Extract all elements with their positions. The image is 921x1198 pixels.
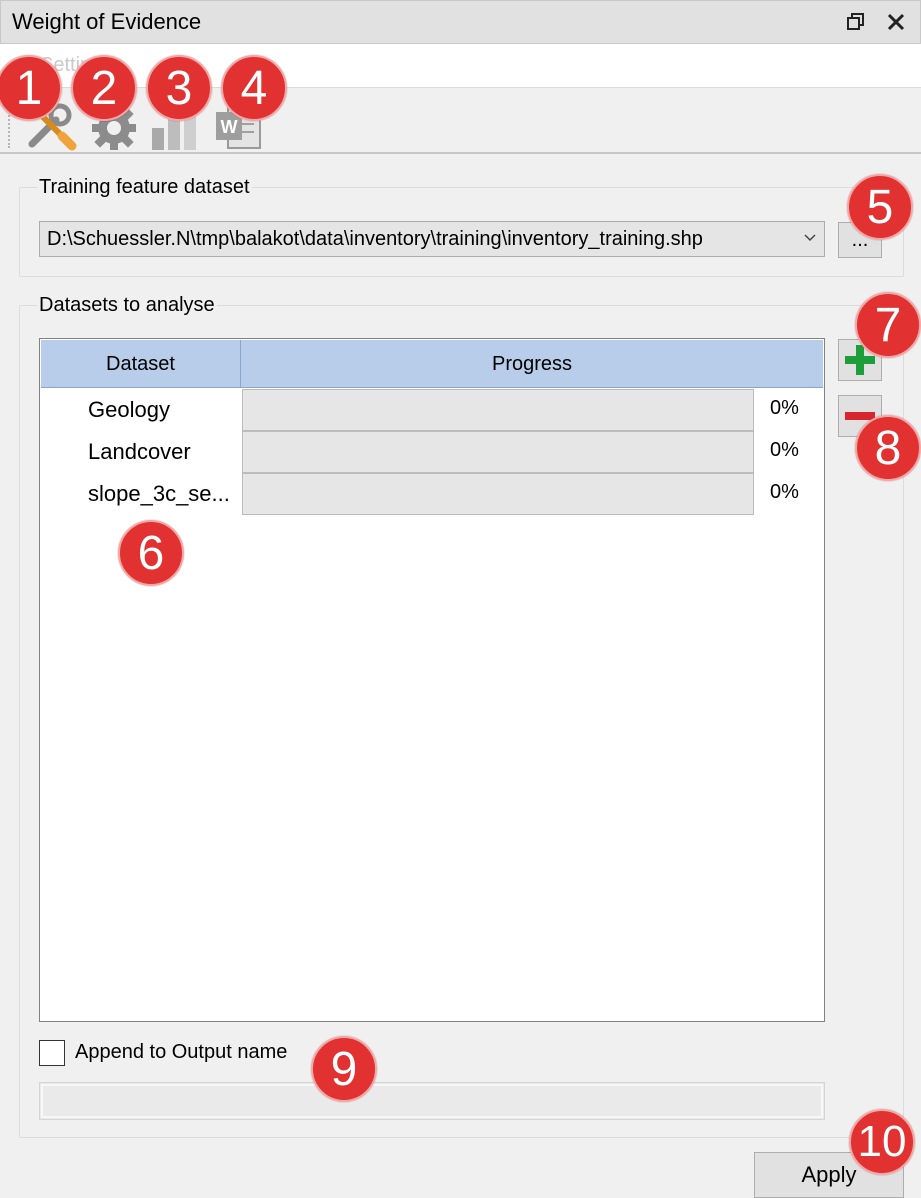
callout-badge-5: 5 [847,174,913,240]
datasets-table[interactable]: Dataset Progress Geology 0% Landcover 0%… [39,338,825,1022]
column-header-dataset[interactable]: Dataset [41,340,241,388]
training-dataset-value: D:\Schuessler.N\tmp\balakot\data\invento… [47,227,703,250]
table-row[interactable]: slope_3c_se... 0% [41,473,823,515]
toolbar: W [0,90,921,154]
table-header: Dataset Progress [41,340,823,388]
progress-percent: 0% [770,481,799,503]
training-group-label: Training feature dataset [37,176,252,199]
callout-badge-2: 2 [71,55,137,121]
append-output-checkbox[interactable] [39,1040,65,1066]
window-title: Weight of Evidence [12,9,202,34]
callout-badge-7: 7 [855,292,921,358]
dataset-name: Landcover [88,439,191,464]
progress-percent: 0% [770,439,799,461]
callout-badge-10: 10 [849,1109,915,1175]
title-bar: Weight of Evidence [0,0,921,44]
analyse-group-label: Datasets to analyse [37,294,217,317]
callout-badge-6: 6 [118,520,184,586]
append-output-label: Append to Output name [75,1041,288,1063]
output-name-input[interactable] [39,1082,825,1120]
callout-badge-8: 8 [855,415,921,481]
progress-bar [242,473,754,515]
table-row[interactable]: Landcover 0% [41,431,823,473]
close-icon[interactable] [881,7,911,37]
training-dataset-select[interactable]: D:\Schuessler.N\tmp\balakot\data\invento… [39,221,825,257]
callout-badge-9: 9 [311,1036,377,1102]
table-row[interactable]: Geology 0% [41,389,823,431]
progress-bar [242,389,754,431]
callout-badge-4: 4 [221,55,287,121]
tab-strip: Settin [0,44,921,88]
dataset-name: Geology [88,397,170,422]
column-header-progress[interactable]: Progress [241,340,823,388]
progress-bar [242,431,754,473]
svg-text:W: W [221,117,238,137]
restore-icon[interactable] [841,7,871,37]
dataset-name: slope_3c_se... [88,481,230,506]
chevron-down-icon [802,229,818,250]
callout-badge-3: 3 [146,55,212,121]
progress-percent: 0% [770,397,799,419]
